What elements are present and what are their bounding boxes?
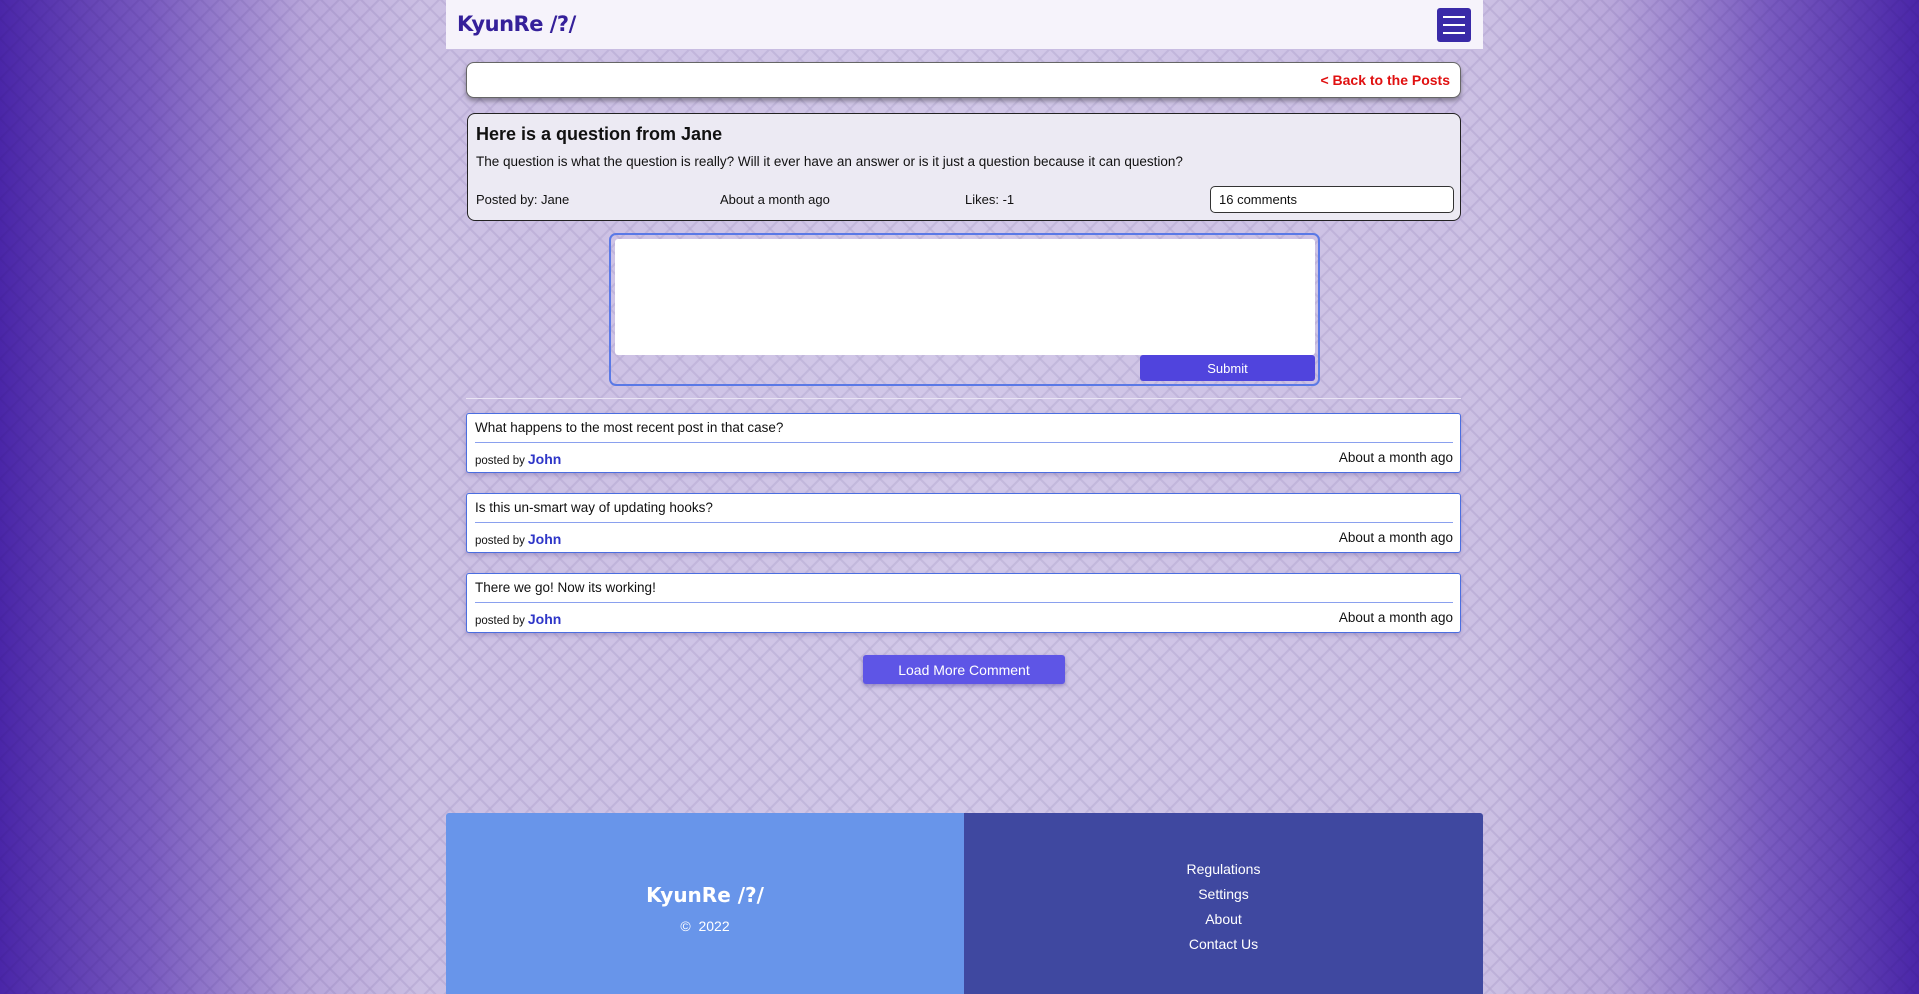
copyright-year: 2022	[698, 918, 730, 934]
comment-text: What happens to the most recent post in …	[475, 420, 784, 435]
post-title: Here is a question from Jane	[476, 124, 723, 144]
post-author: Posted by: Jane	[476, 192, 570, 207]
footer-brand: KyunRe /?/	[646, 883, 764, 907]
comment-byline: posted by John	[475, 531, 561, 547]
posted-by-label: posted by	[475, 535, 525, 547]
back-bar: < Back to the Posts	[466, 62, 1461, 98]
footer-links: Regulations Settings About Contact Us	[964, 860, 1483, 953]
page-shell: KyunRe /?/ < Back to the Posts Here is a…	[446, 0, 1483, 994]
footer-link-contact-us[interactable]: Contact Us	[1189, 935, 1258, 953]
hamburger-icon-line	[1443, 24, 1465, 26]
footer-copyright: © 2022	[446, 918, 964, 934]
comment-item: Is this un-smart way of updating hooks? …	[466, 493, 1461, 553]
comment-time: About a month ago	[1338, 610, 1453, 625]
comment-byline: posted by John	[475, 451, 561, 467]
comment-divider	[475, 602, 1453, 603]
post-likes: Likes: -1	[965, 192, 1015, 207]
footer-link-settings[interactable]: Settings	[1198, 885, 1249, 903]
footer-links-panel: Regulations Settings About Contact Us	[964, 813, 1483, 994]
comment-byline: posted by John	[475, 611, 561, 627]
footer-brand-panel: KyunRe /?/ © 2022	[446, 813, 964, 994]
comment-input[interactable]	[615, 239, 1315, 355]
post-card: Here is a question from Jane The questio…	[467, 113, 1461, 221]
posted-by-label: posted by	[475, 615, 525, 627]
post-body: The question is what the question is rea…	[476, 154, 1183, 169]
comment-author-link[interactable]: John	[528, 451, 561, 467]
divider	[466, 398, 1461, 399]
comment-divider	[475, 442, 1453, 443]
comment-time: About a month ago	[1338, 450, 1453, 465]
comment-item: What happens to the most recent post in …	[466, 413, 1461, 473]
back-to-posts-link[interactable]: < Back to the Posts	[1320, 72, 1450, 88]
comment-time: About a month ago	[1338, 530, 1453, 545]
footer-link-regulations[interactable]: Regulations	[1187, 860, 1261, 878]
submit-button[interactable]: Submit	[1140, 355, 1315, 381]
posted-by-label: posted by	[475, 455, 525, 467]
comment-text: There we go! Now its working!	[475, 580, 656, 595]
comments-count-button[interactable]: 16 comments	[1210, 186, 1454, 213]
hamburger-icon-line	[1443, 32, 1465, 34]
post-time: About a month ago	[720, 192, 830, 207]
comment-composer: Submit	[609, 233, 1320, 386]
copyright-icon: ©	[680, 918, 691, 934]
comment-item: There we go! Now its working! posted by J…	[466, 573, 1461, 633]
comment-text: Is this un-smart way of updating hooks?	[475, 500, 713, 515]
top-navbar: KyunRe /?/	[446, 0, 1483, 50]
hamburger-icon	[1443, 16, 1465, 18]
footer: KyunRe /?/ © 2022 Regulations Settings A…	[446, 813, 1483, 994]
menu-toggle-button[interactable]	[1437, 8, 1471, 42]
footer-link-about[interactable]: About	[1205, 910, 1242, 928]
load-more-comments-button[interactable]: Load More Comment	[863, 655, 1065, 684]
brand-logo[interactable]: KyunRe /?/	[457, 12, 576, 36]
comment-divider	[475, 522, 1453, 523]
comment-author-link[interactable]: John	[528, 611, 561, 627]
comment-author-link[interactable]: John	[528, 531, 561, 547]
